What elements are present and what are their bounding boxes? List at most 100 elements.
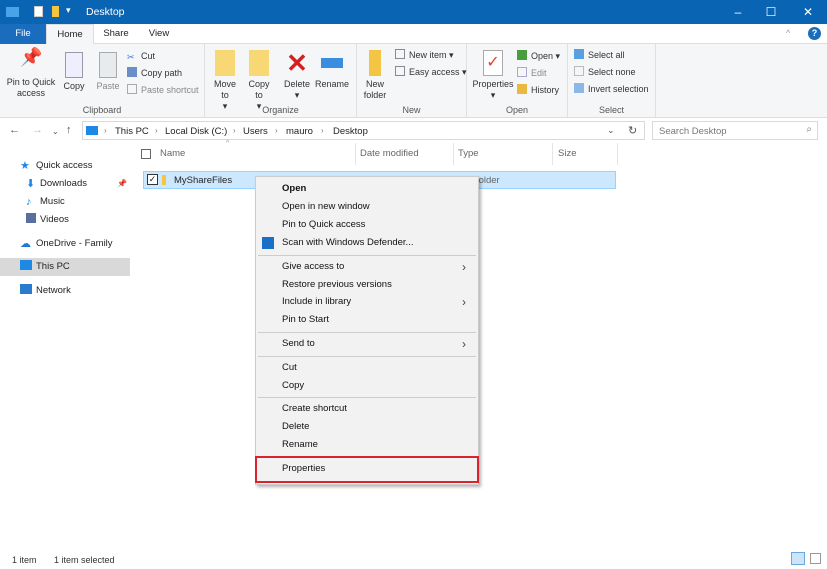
row-checkbox[interactable]: ✓ [147,174,158,185]
select-group: Select all Select none Invert selection … [568,44,656,118]
recent-locations-button[interactable]: ⌄ [52,127,59,136]
paste-button[interactable]: Paste [94,52,122,92]
tab-file[interactable]: File [0,24,46,44]
details-view-button[interactable] [791,552,805,565]
address-dropdown-icon[interactable]: ⌄ [607,125,615,136]
back-button[interactable]: ← [9,124,20,136]
new-item-button[interactable]: New item ▾ [395,47,467,64]
star-icon: ★ [20,160,30,172]
menu-cut[interactable]: Cut [256,359,478,377]
rename-button[interactable]: Rename [315,50,349,90]
new-folder-button[interactable]: New folder [361,50,389,101]
status-bar: 1 item 1 item selected [0,552,827,569]
select-all-icon [574,49,584,59]
refresh-icon[interactable]: ↻ [628,124,637,137]
menu-open-new-window[interactable]: Open in new window [256,198,478,216]
large-icons-view-button[interactable] [810,553,821,564]
customize-toolbar-icon[interactable]: ▾ [66,5,71,16]
new-item-icon [395,49,405,59]
select-all-button[interactable]: Select all [574,47,649,64]
tab-home[interactable]: Home [46,24,94,45]
paste-icon [99,52,117,78]
menu-copy[interactable]: Copy [256,377,478,395]
open-icon [517,50,527,60]
menu-include-library[interactable]: Include in library › [256,293,478,311]
close-button[interactable]: ✕ [790,0,826,24]
easy-access-button[interactable]: Easy access ▾ [395,64,467,81]
help-icon[interactable]: ? [808,27,821,40]
crumb-this-pc[interactable]: This PC [115,126,149,137]
crumb-mauro[interactable]: mauro [286,126,313,137]
paste-shortcut-button[interactable]: Paste shortcut [127,82,199,99]
cut-button[interactable]: ✂ Cut [127,48,199,65]
menu-open[interactable]: Open [256,180,478,198]
crumb-desktop[interactable]: Desktop [333,126,368,137]
select-label: Select [598,105,624,115]
sidebar-item-music[interactable]: ♪ Music [0,193,130,211]
sidebar-item-videos[interactable]: Videos [0,211,130,229]
search-icon: ⌕ [806,124,812,135]
tab-view[interactable]: View [142,24,176,44]
minimize-button[interactable]: – [720,0,756,24]
invert-selection-button[interactable]: Invert selection [574,81,649,98]
organize-group: Move to ▾ Copy to ▾ ✕ Delete ▾ Rename Organ… [205,44,357,118]
menu-pin-quick-access[interactable]: Pin to Quick access [256,216,478,234]
menu-scan-defender[interactable]: Scan with Windows Defender... [256,234,478,252]
select-none-button[interactable]: Select none [574,64,649,81]
open-button[interactable]: Open ▾ [517,48,560,65]
copy-path-button[interactable]: Copy path [127,65,199,82]
column-date-modified[interactable]: Date modified [360,148,419,159]
menu-pin-start[interactable]: Pin to Start [256,311,478,329]
submenu-arrow-icon: › [462,260,466,274]
crumb-local-disk[interactable]: Local Disk (C:) [165,126,227,137]
computer-icon [20,260,32,270]
organize-label: Organize [262,105,299,115]
properties-quick-icon[interactable] [34,6,43,17]
column-size[interactable]: Size [558,148,576,159]
clipboard-label: Clipboard [82,105,122,115]
pin-to-quick-access-button[interactable]: 📌 Pin to Quick access [4,48,58,99]
copy-to-button[interactable]: Copy to ▾ [245,50,273,112]
menu-rename[interactable]: Rename [256,436,478,454]
sidebar-item-quick-access[interactable]: ★ Quick access [0,157,130,175]
menu-restore-versions[interactable]: Restore previous versions [256,276,478,294]
delete-button[interactable]: ✕ Delete ▾ [281,50,313,101]
file-name: MyShareFiles [174,175,233,186]
copy-to-icon [249,50,269,76]
new-folder-quick-icon[interactable] [52,6,59,17]
history-button[interactable]: History [517,82,560,99]
maximize-button[interactable]: ☐ [753,0,789,24]
forward-button[interactable]: → [32,124,43,136]
pinned-icon: 📌 [117,179,127,188]
explorer-icon [6,7,19,17]
move-to-button[interactable]: Move to ▾ [211,50,239,112]
tab-share[interactable]: Share [98,24,134,44]
menu-send-to[interactable]: Send to › [256,335,478,353]
select-all-checkbox[interactable] [141,149,151,159]
sidebar-item-network[interactable]: Network [0,282,130,300]
easy-access-icon [395,66,405,76]
column-type[interactable]: Type [458,148,479,159]
sidebar-item-downloads[interactable]: ⬇ Downloads 📌 [0,175,130,193]
properties-button[interactable]: ✓ Properties ▾ [471,50,515,101]
menu-give-access[interactable]: Give access to › [256,258,478,276]
crumb-users[interactable]: Users [243,126,268,137]
clipboard-group: 📌 Pin to Quick access Copy Paste ✂ Cut Co… [0,44,205,118]
collapse-ribbon-icon[interactable]: ^ [786,28,790,38]
edit-icon [517,67,527,77]
cloud-icon: ☁ [20,238,31,250]
address-bar[interactable]: › This PC › Local Disk (C:) › Users › ma… [82,121,645,140]
menu-delete[interactable]: Delete [256,418,478,436]
column-name[interactable]: Name [160,148,185,159]
open-group: ✓ Properties ▾ Open ▾ Edit History Open [467,44,568,118]
properties-check-icon: ✓ [483,50,503,76]
up-button[interactable]: ↑ [66,124,72,136]
sidebar-item-this-pc[interactable]: This PC [0,258,130,276]
window-title: Desktop [86,6,125,18]
search-input[interactable]: Search Desktop ⌕ [652,121,818,140]
menu-create-shortcut[interactable]: Create shortcut [256,400,478,418]
edit-button[interactable]: Edit [517,65,560,82]
copy-button[interactable]: Copy [60,52,88,92]
new-label: New [402,105,421,115]
sidebar-item-onedrive[interactable]: ☁ OneDrive - Family [0,235,130,253]
